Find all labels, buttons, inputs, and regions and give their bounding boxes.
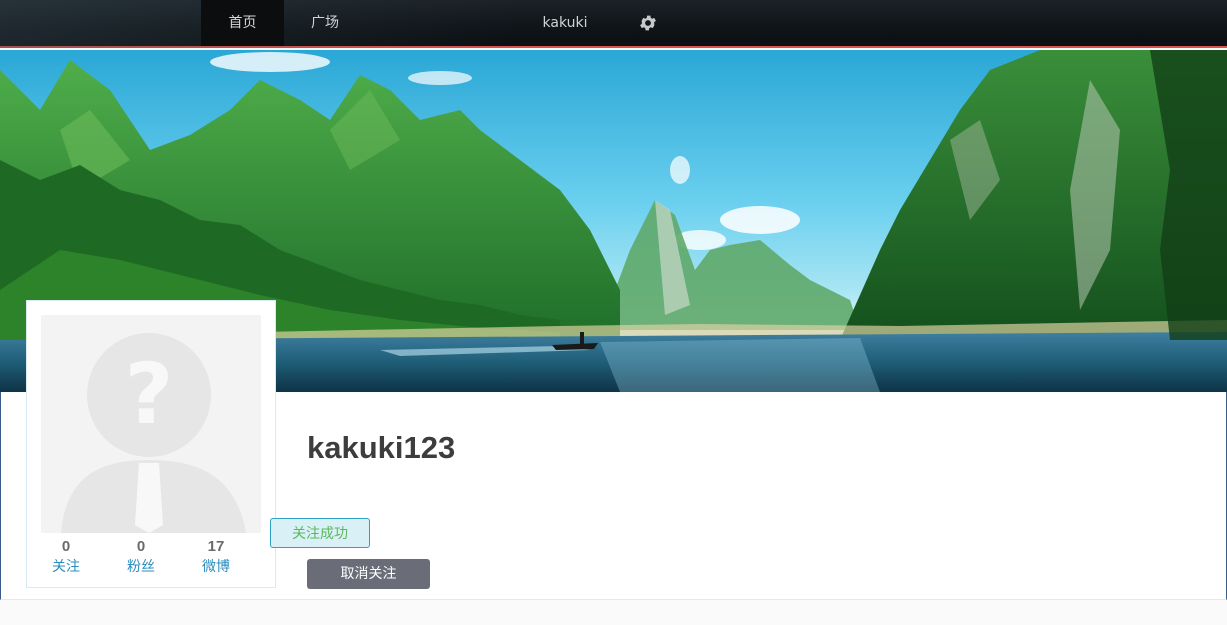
svg-text:?: ? bbox=[125, 345, 174, 443]
fans-label[interactable]: 粉丝 bbox=[111, 557, 171, 577]
stat-posts[interactable]: 17 微博 bbox=[186, 537, 246, 577]
top-navbar: 首页 广场 kakuki bbox=[0, 0, 1227, 48]
gear-icon bbox=[640, 15, 656, 31]
following-count: 0 bbox=[61, 538, 71, 555]
default-avatar-question-icon: ? bbox=[41, 315, 261, 533]
avatar: ? bbox=[41, 315, 261, 533]
stat-fans[interactable]: 0 粉丝 bbox=[111, 537, 171, 577]
posts-label[interactable]: 微博 bbox=[186, 557, 246, 577]
nav-square[interactable]: 广场 bbox=[284, 0, 366, 46]
profile-card: ? 0 关注 0 粉丝 17 微博 bbox=[26, 300, 276, 588]
settings-button[interactable] bbox=[628, 0, 668, 46]
unfollow-button[interactable]: 取消关注 bbox=[307, 559, 430, 589]
profile-username: kakuki123 bbox=[307, 430, 456, 465]
nav-home[interactable]: 首页 bbox=[201, 0, 284, 46]
following-label[interactable]: 关注 bbox=[36, 557, 96, 577]
follow-success-toast: 关注成功 bbox=[270, 518, 370, 548]
nav-username[interactable]: kakuki bbox=[520, 0, 610, 46]
posts-count: 17 bbox=[207, 538, 225, 555]
stat-following[interactable]: 0 关注 bbox=[36, 537, 96, 577]
fans-count: 0 bbox=[136, 538, 146, 555]
